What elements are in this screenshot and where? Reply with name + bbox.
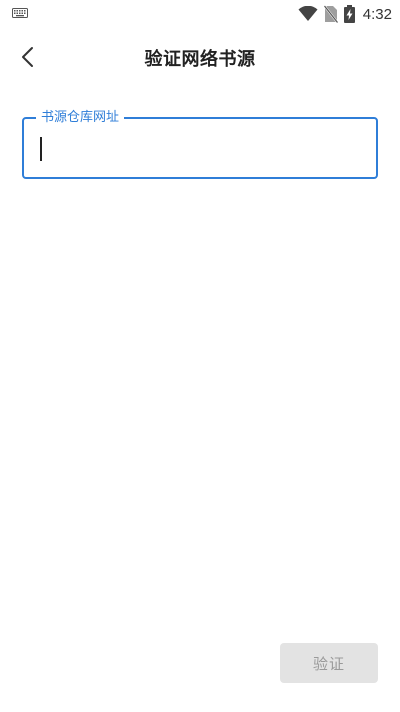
- wifi-icon: [298, 6, 318, 21]
- keyboard-icon: [12, 8, 28, 18]
- text-cursor: [40, 137, 42, 161]
- repo-url-input[interactable]: [38, 131, 364, 167]
- battery-charging-icon: [343, 5, 355, 23]
- page-title: 验证网络书源: [144, 49, 256, 70]
- clock: 4:32: [362, 5, 392, 23]
- screen: 4:32 验证网络书源 书源仓库网址 验证: [0, 0, 400, 712]
- repo-url-field[interactable]: 书源仓库网址: [22, 109, 378, 179]
- no-sim-icon: [323, 5, 338, 23]
- status-icons: 4:32: [298, 4, 392, 24]
- repo-url-label: 书源仓库网址: [36, 109, 125, 127]
- status-bar: 4:32: [0, 0, 400, 28]
- verify-button[interactable]: 验证: [280, 643, 378, 683]
- app-bar: 验证网络书源: [0, 28, 400, 86]
